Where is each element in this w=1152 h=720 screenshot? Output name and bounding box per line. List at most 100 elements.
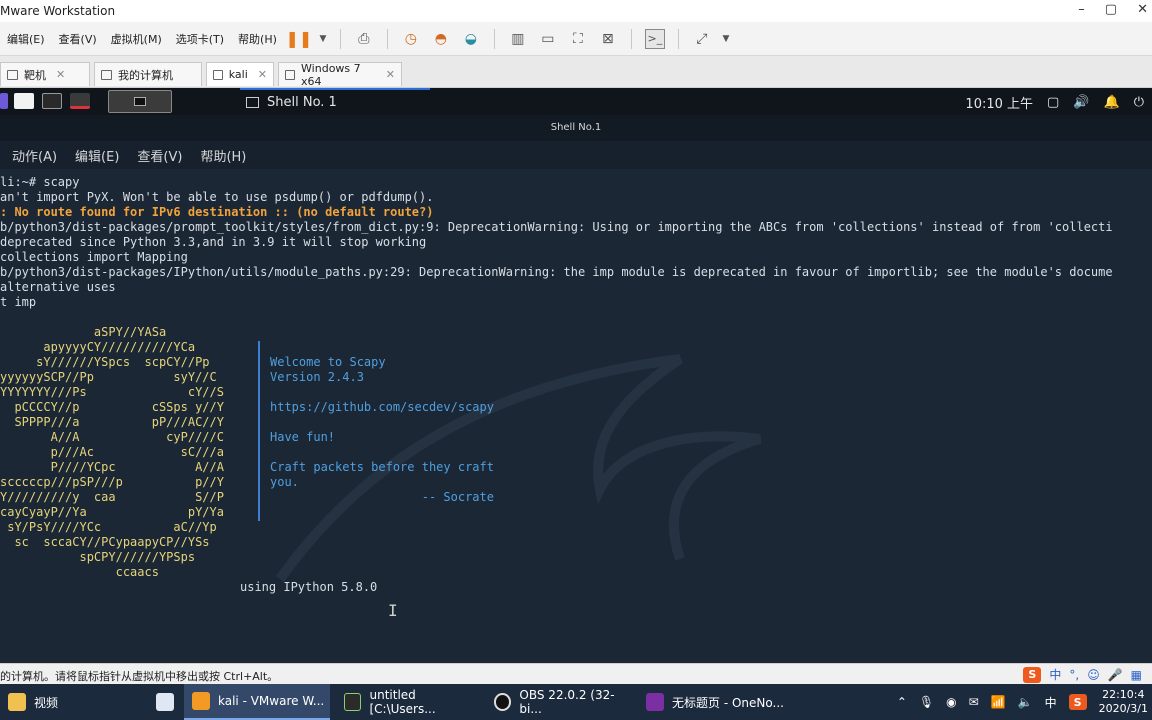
tab-windows-7[interactable]: Windows 7 x64 ✕ <box>278 62 402 88</box>
status-message: 的计算机。请将鼠标指针从虚拟机中移出或按 Ctrl+Alt。 <box>0 670 279 683</box>
menu-help[interactable]: 帮助(H) <box>231 31 284 47</box>
microphone-icon[interactable]: 🎙 <box>919 695 934 709</box>
ime-punctuation[interactable]: °, <box>1069 668 1079 682</box>
notification-bell-icon[interactable]: 🔔 <box>1104 95 1120 110</box>
ascii-art-line: spCPY//////YPSps <box>0 550 196 564</box>
sogou-ime-icon[interactable]: S <box>1023 666 1042 683</box>
terminal-output[interactable]: li:~# scapy an't import PyX. Won't be ab… <box>0 169 1152 663</box>
system-tray: ⌃ 🎙 ◉ ✉ 📶 🔈 中 S 22:10:4 2020/3/1 <box>897 684 1148 720</box>
taskbar-item-obs[interactable]: OBS 22.0.2 (32-bi... <box>486 684 632 720</box>
menu-view[interactable]: 查看(V) <box>52 31 104 47</box>
vmware-icon <box>192 692 210 710</box>
ime-mode[interactable]: 中 <box>1049 666 1061 683</box>
system-clock[interactable]: 22:10:4 2020/3/1 <box>1099 688 1148 716</box>
terminal-line: b/python3/dist-packages/prompt_toolkit/s… <box>0 220 1113 234</box>
terminal-title-bar: Shell No.1 <box>0 115 1152 141</box>
sogou-ime-icon[interactable]: S <box>1068 694 1087 710</box>
terminal-line: deprecated since Python 3.3,and in 3.9 i… <box>0 235 427 249</box>
terminal-icon[interactable] <box>42 93 62 109</box>
maximize-icon[interactable]: ▢ <box>1105 2 1117 17</box>
file-manager-icon[interactable] <box>14 93 34 109</box>
close-icon[interactable]: ✕ <box>1137 2 1148 17</box>
tab-kali[interactable]: kali ✕ <box>206 62 274 86</box>
taskbar-item-onenote[interactable]: 无标题页 - OneNo... <box>638 684 786 720</box>
menu-help[interactable]: 帮助(H) <box>200 146 246 165</box>
close-icon[interactable]: ✕ <box>258 68 267 81</box>
grid-icon[interactable]: ▦ <box>1131 668 1142 682</box>
terminal-line: b/python3/dist-packages/IPython/utils/mo… <box>0 265 1113 279</box>
pause-icon[interactable]: ❚❚ <box>286 29 313 49</box>
tab-my-computer[interactable]: 我的计算机 <box>94 62 202 86</box>
send-keys-icon[interactable]: ⎙ <box>354 29 374 49</box>
menu-vm[interactable]: 虚拟机(M) <box>104 31 169 47</box>
chevron-down-icon[interactable]: ▼ <box>319 29 327 49</box>
unity-icon[interactable]: ⊠ <box>598 29 618 49</box>
metasploit-icon[interactable] <box>70 93 90 109</box>
snapshot-icon[interactable]: ◷ <box>401 29 421 49</box>
chevron-down-icon[interactable]: ▼ <box>722 29 730 49</box>
menu-tabs[interactable]: 选项卡(T) <box>169 31 231 47</box>
taskbar-label: kali - VMware W... <box>218 694 325 708</box>
ime-toolbar: S 中 °, ☺ 🎤 ▦ <box>1023 666 1142 683</box>
ascii-art-line: cayCyayP//Ya pY/Ya <box>0 505 224 519</box>
clock[interactable]: 10:10 上午 <box>965 93 1033 112</box>
banner-line: Version 2.4.3 <box>270 370 364 384</box>
vm-icon <box>213 69 223 80</box>
taskbar-item-pycharm[interactable]: untitled [C:\Users... <box>336 684 482 720</box>
taskbar-shell-item[interactable]: Shell No. 1 <box>240 88 430 115</box>
app-icon <box>156 693 174 711</box>
workspace-icon[interactable]: ▢ <box>1047 95 1059 110</box>
ascii-art-line: YYYYYYY///Ps cY//S <box>0 385 224 399</box>
thumbnail-view-icon[interactable]: ▭ <box>538 29 558 49</box>
minimize-icon[interactable]: – <box>1078 2 1085 17</box>
network-icon[interactable]: 📶 <box>991 695 1006 709</box>
folder-icon <box>8 693 26 711</box>
ascii-art-line: aSPY//YASa <box>0 325 167 339</box>
vm-tab-bar: 靶机 ✕ 我的计算机 kali ✕ Windows 7 x64 ✕ <box>0 56 1152 88</box>
tab-label: kali <box>228 68 248 81</box>
menu-edit[interactable]: 编辑(E) <box>0 31 52 47</box>
ascii-art-line: sc sccaCY//PCypaapyCP//YSs <box>0 535 210 549</box>
toolbar-separator <box>677 28 679 49</box>
fullscreen-icon[interactable]: ⛶ <box>568 29 588 49</box>
vmware-statusbar: 的计算机。请将鼠标指针从虚拟机中移出或按 Ctrl+Alt。 S 中 °, ☺ … <box>0 663 1152 684</box>
menu-view[interactable]: 查看(V) <box>137 146 182 165</box>
library-view-icon[interactable]: ▥ <box>508 29 528 49</box>
ascii-art-line: sY//////YSpcs scpCY//Pp <box>0 355 210 369</box>
vmware-menubar: 编辑(E) 查看(V) 虚拟机(M) 选项卡(T) 帮助(H) ❚❚ ▼ ⎙ ◷… <box>0 22 1152 56</box>
ime-emoji[interactable]: ☺ <box>1087 668 1100 682</box>
terminal-line: alternative uses <box>0 280 116 294</box>
terminal-line: an't import PyX. Won't be able to use ps… <box>0 190 434 204</box>
volume-icon[interactable]: 🔈 <box>1018 695 1033 709</box>
menu-edit[interactable]: 编辑(E) <box>75 146 119 165</box>
taskbar-label: untitled [C:\Users... <box>369 688 436 716</box>
console-view-icon[interactable]: >_ <box>644 28 665 49</box>
taskbar-item-vmware[interactable]: kali - VMware W... <box>184 684 330 720</box>
taskbar-label: OBS 22.0.2 (32-bi... <box>519 688 615 716</box>
ascii-art-line: p///Ac sC///a <box>0 445 224 459</box>
stretch-icon[interactable]: ⤢ <box>692 29 712 49</box>
chevron-up-icon[interactable]: ⌃ <box>897 695 907 709</box>
tab-target-machine[interactable]: 靶机 ✕ <box>0 62 90 86</box>
computer-icon <box>101 69 112 80</box>
input-language[interactable]: 中 <box>1045 694 1057 711</box>
ime-voice[interactable]: 🎤 <box>1108 668 1123 682</box>
ascii-art-line: P////YCpc A//A <box>0 460 224 474</box>
taskbar-item-video[interactable]: 视频 <box>0 684 140 720</box>
power-icon[interactable]: ⏻ <box>1134 95 1144 110</box>
close-icon[interactable]: ✕ <box>386 68 395 81</box>
taskbar-label: 视频 <box>34 695 59 710</box>
menu-actions[interactable]: 动作(A) <box>12 146 57 165</box>
banner-divider <box>258 341 260 521</box>
workspace-switcher[interactable] <box>108 90 172 113</box>
snapshot-manager-icon[interactable]: ◒ <box>461 29 481 49</box>
qq-icon[interactable]: ◉ <box>946 695 956 709</box>
banner-line: you. <box>270 475 299 489</box>
wechat-icon[interactable]: ✉ <box>969 695 979 709</box>
volume-icon[interactable]: 🔊 <box>1073 95 1089 110</box>
close-icon[interactable]: ✕ <box>56 68 65 81</box>
revert-snapshot-icon[interactable]: ◓ <box>431 29 451 49</box>
taskbar-item-app[interactable] <box>148 684 178 720</box>
text-cursor-icon: I <box>388 601 398 620</box>
app-menu-icon[interactable] <box>0 93 8 109</box>
